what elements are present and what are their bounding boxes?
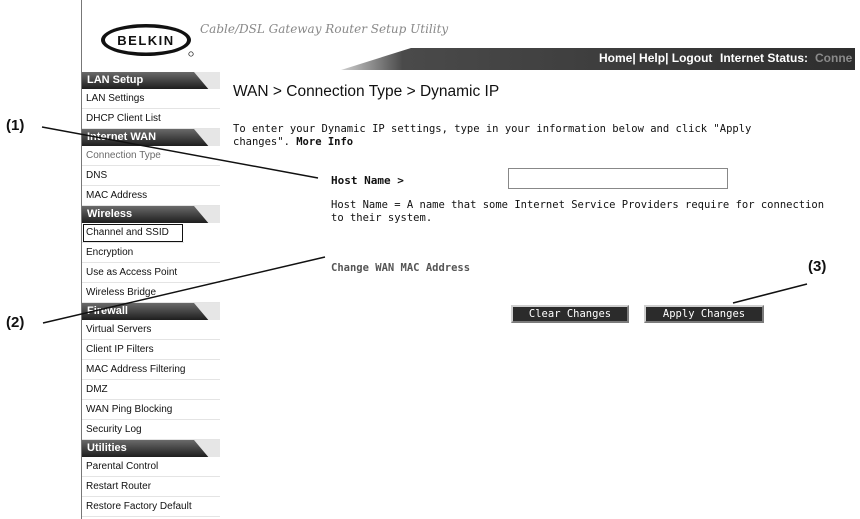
section-wireless: Wireless bbox=[82, 206, 220, 223]
sidebar-item-virtual-servers[interactable]: Virtual Servers bbox=[82, 320, 220, 340]
internet-status-value: Conne bbox=[815, 51, 853, 65]
sidebar-item-client-ip-filters[interactable]: Client IP Filters bbox=[82, 340, 220, 360]
sidebar-item-restore-factory-default[interactable]: Restore Factory Default bbox=[82, 497, 220, 517]
help-link[interactable]: Help bbox=[639, 51, 665, 65]
sidebar-item-lan-settings[interactable]: LAN Settings bbox=[82, 89, 220, 109]
sidebar-item-connection-type[interactable]: Connection Type bbox=[82, 146, 220, 166]
svg-text:BELKIN: BELKIN bbox=[117, 33, 174, 48]
callout-1: (1) bbox=[6, 117, 25, 134]
sidebar-item-dhcp-client-list[interactable]: DHCP Client List bbox=[82, 109, 220, 129]
callout-2: (2) bbox=[6, 314, 25, 331]
callout-3-line bbox=[732, 283, 808, 304]
clear-changes-button[interactable]: Clear Changes bbox=[511, 305, 629, 323]
change-wan-mac-link[interactable]: Change WAN MAC Address bbox=[331, 262, 470, 274]
sidebar-item-restart-router[interactable]: Restart Router bbox=[82, 477, 220, 497]
section-firewall: Firewall bbox=[82, 303, 220, 320]
belkin-logo: BELKIN bbox=[101, 24, 194, 57]
apply-changes-button[interactable]: Apply Changes bbox=[644, 305, 764, 323]
sidebar-item-encryption[interactable]: Encryption bbox=[82, 243, 220, 263]
more-info-link[interactable]: More Info bbox=[296, 136, 353, 148]
sidebar-item-mac-address[interactable]: MAC Address bbox=[82, 186, 220, 206]
top-links: Home| Help| Logout bbox=[599, 51, 713, 65]
callout-3: (3) bbox=[808, 258, 827, 275]
intro-text: To enter your Dynamic IP settings, type … bbox=[233, 123, 813, 149]
sidebar-item-security-log[interactable]: Security Log bbox=[82, 420, 220, 440]
host-name-input[interactable] bbox=[508, 168, 728, 189]
app-tagline: Cable/DSL Gateway Router Setup Utility bbox=[200, 22, 449, 36]
sidebar-item-parental-control[interactable]: Parental Control bbox=[82, 457, 220, 477]
home-link[interactable]: Home bbox=[599, 51, 632, 65]
sidebar-item-dmz[interactable]: DMZ bbox=[82, 380, 220, 400]
page-title: WAN > Connection Type > Dynamic IP bbox=[233, 83, 500, 100]
host-name-description: Host Name = A name that some Internet Se… bbox=[331, 199, 825, 224]
sidebar-item-mac-address-filtering[interactable]: MAC Address Filtering bbox=[82, 360, 220, 380]
section-utilities: Utilities bbox=[82, 440, 220, 457]
sidebar: LAN Setup LAN Settings DHCP Client List … bbox=[82, 72, 220, 517]
internet-status-label: Internet Status: bbox=[720, 51, 809, 65]
sidebar-item-wireless-bridge[interactable]: Wireless Bridge bbox=[82, 283, 220, 303]
sidebar-item-wan-ping-blocking[interactable]: WAN Ping Blocking bbox=[82, 400, 220, 420]
logout-link[interactable]: Logout bbox=[672, 51, 713, 65]
sidebar-item-channel-and-ssid[interactable]: Channel and SSID bbox=[82, 223, 184, 243]
section-internet-wan: Internet WAN bbox=[82, 129, 220, 146]
sidebar-item-use-as-access-point[interactable]: Use as Access Point bbox=[82, 263, 220, 283]
host-name-label: Host Name > bbox=[331, 174, 404, 187]
sidebar-item-dns[interactable]: DNS bbox=[82, 166, 220, 186]
section-lan-setup: LAN Setup bbox=[82, 72, 220, 89]
